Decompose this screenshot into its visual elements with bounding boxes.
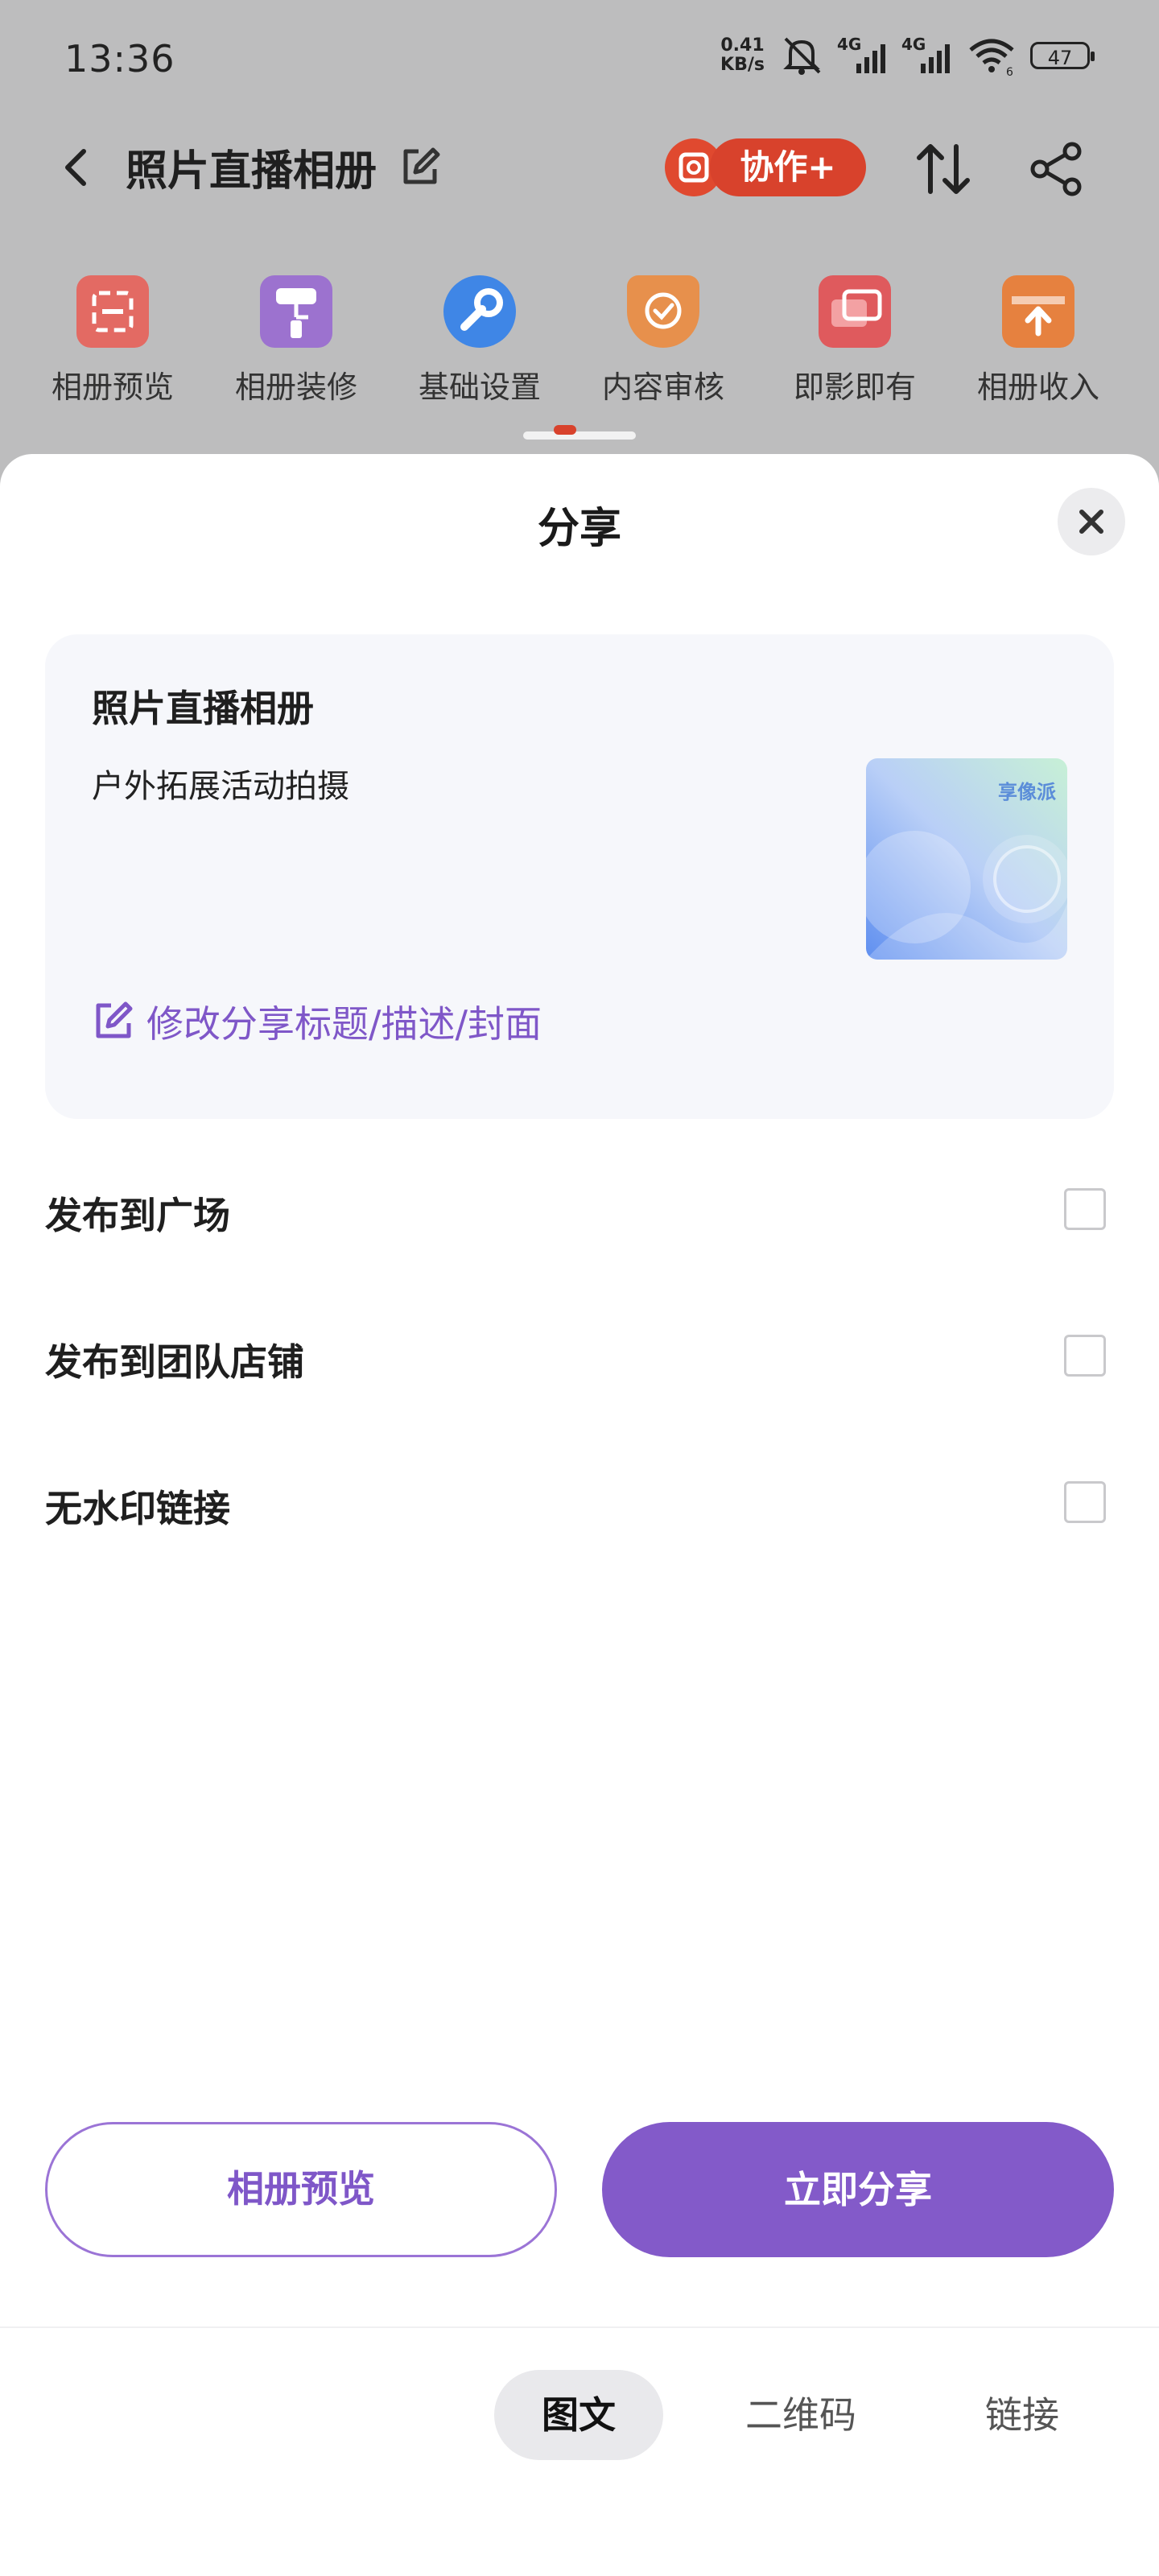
publish-square-checkbox[interactable] [1064,1188,1106,1230]
income-tray-icon [1002,275,1074,348]
status-time: 13:36 [64,37,175,80]
tool-label: 相册收入 [976,369,1099,405]
mute-bell-icon [783,37,821,75]
sheet-title: 分享 [537,505,621,553]
tool-label: 即影即有 [793,369,916,405]
cell-signal-icon: 4G [837,35,889,73]
network-speed: 0.41 KB/s [720,36,765,75]
tool-album-income[interactable]: 相册收入 [958,266,1119,407]
edit-share-info-label: 修改分享标题/描述/封面 [146,1002,542,1046]
wifi-icon: 6 [969,39,1014,76]
chevron-left-icon [65,149,86,186]
page-title: 照片直播相册 [126,147,377,196]
network-speed-unit: KB/s [720,55,765,75]
option-label: 发布到团队店铺 [45,1340,304,1384]
cover-brand-logo: 享像派 [998,781,1056,803]
tool-label: 相册预览 [51,369,174,405]
divider [0,2326,1159,2328]
publish-team-store-checkbox[interactable] [1064,1335,1106,1377]
toolbar-page-indicator [554,425,576,435]
sort-arrows-icon [917,144,970,194]
option-label: 无水印链接 [45,1487,230,1530]
share-now-button[interactable]: 立即分享 [602,2122,1114,2257]
option-no-watermark-link[interactable]: 无水印链接 [45,1455,1114,1552]
status-icons: 0.41 KB/s 4G 4G 6 47 [720,35,1095,76]
edit-share-info-link[interactable]: 修改分享标题/描述/封面 [92,995,542,1048]
tool-album-decoration[interactable]: 相册装修 [216,266,377,407]
album-preview-button[interactable]: 相册预览 [45,2122,557,2257]
tool-label: 内容审核 [601,369,724,405]
share-card-description: 户外拓展活动拍摄 [92,768,349,805]
background-app: 13:36 0.41 KB/s 4G 4G 6 47 照片直播相册 协作+ 相册… [0,0,1159,483]
tab-qr-code[interactable]: 二维码 [708,2370,893,2460]
tool-label: 相册装修 [234,369,357,405]
decoration-roller-icon [260,275,332,348]
collaborate-label: 协作+ [710,138,866,196]
share-preview-card: 照片直播相册 户外拓展活动拍摄 享像派 修改分享标题/描述/封面 [45,634,1114,1119]
share-icon [1030,142,1082,196]
edit-title-button[interactable] [398,145,443,190]
back-button[interactable] [53,143,101,192]
tool-album-preview[interactable]: 相册预览 [32,266,193,407]
share-card-title: 照片直播相册 [92,687,314,730]
app-header: 照片直播相册 协作+ [0,129,1159,209]
tool-label: 基础设置 [418,369,541,405]
wrench-icon [443,275,516,348]
status-bar: 13:36 0.41 KB/s 4G 4G 6 47 [0,0,1159,121]
signal-type-label: 4G [837,35,862,54]
album-toolbar: 相册预览 相册装修 基础设置 内容审核 即影即有 相册收入 [0,266,1159,427]
option-label: 发布到广场 [45,1194,230,1237]
album-preview-icon [76,275,149,348]
tab-link[interactable]: 链接 [942,2370,1103,2460]
option-publish-square[interactable]: 发布到广场 [45,1162,1114,1259]
sheet-drag-handle[interactable] [523,431,636,440]
tool-content-review[interactable]: 内容审核 [583,266,744,407]
share-cover-image: 享像派 [866,758,1067,960]
signal-type-label: 4G [901,35,926,54]
network-speed-value: 0.41 [720,35,765,56]
edit-icon [96,1001,133,1038]
tool-instant-photo[interactable]: 即影即有 [774,266,935,407]
wifi-sub-label: 6 [1006,66,1013,76]
share-sheet: 分享 照片直播相册 户外拓展活动拍摄 享像派 修改分享标题/描述/封面 发布到广… [0,454,1159,2576]
sort-button[interactable] [911,140,975,198]
instant-photo-icon [819,275,891,348]
battery-icon: 47 [1030,42,1095,69]
no-watermark-checkbox[interactable] [1064,1481,1106,1523]
cell-signal-icon: 4G [901,35,953,73]
share-button-header[interactable] [1027,140,1087,198]
close-icon [1079,510,1103,534]
tool-basic-settings[interactable]: 基础设置 [399,266,560,407]
collaborate-button[interactable]: 协作+ [665,135,866,200]
tab-image-text[interactable]: 图文 [494,2370,663,2460]
edit-icon [403,147,440,184]
shield-check-icon [627,275,699,348]
option-publish-team-store[interactable]: 发布到团队店铺 [45,1309,1114,1406]
close-button[interactable] [1058,488,1125,555]
